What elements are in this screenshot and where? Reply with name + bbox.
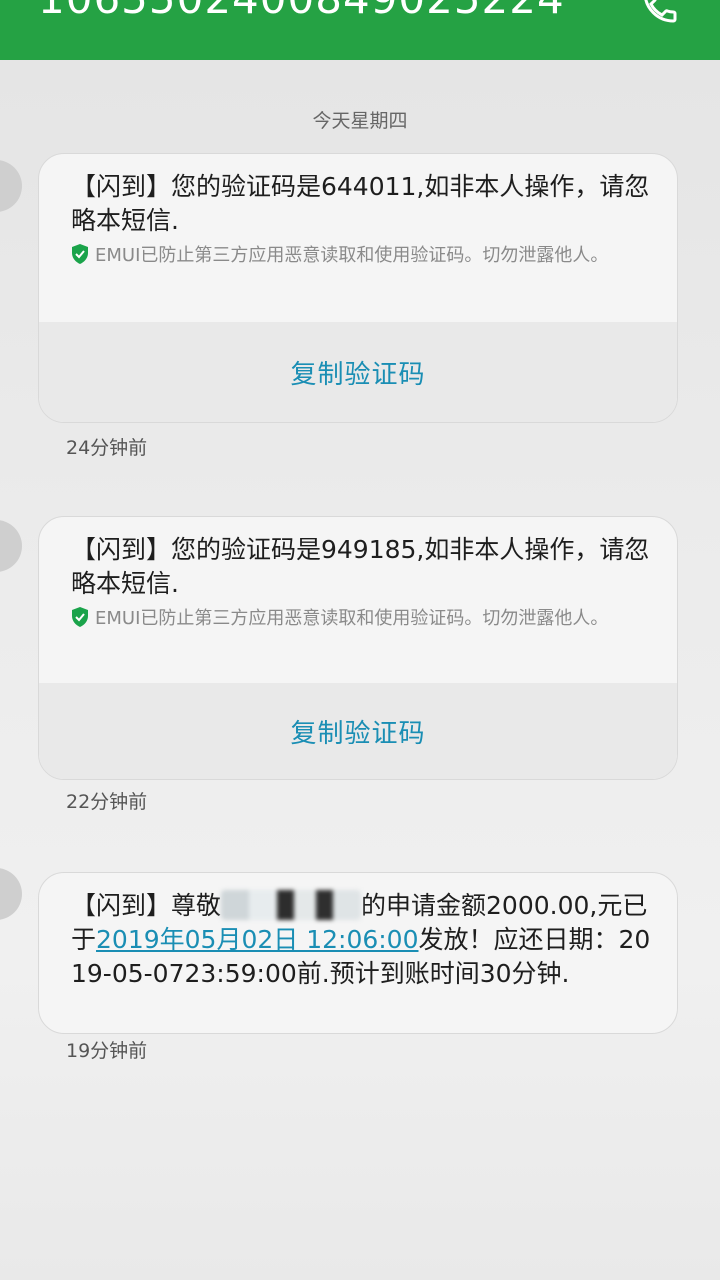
date-divider: 今天星期四 bbox=[312, 110, 408, 132]
sender-avatar[interactable] bbox=[0, 520, 22, 572]
sender-avatar[interactable] bbox=[0, 868, 22, 920]
shield-icon bbox=[72, 607, 88, 627]
message-text: 【闪到】您的验证码是949185,如非本人操作，请忽略本短信. bbox=[71, 535, 650, 598]
datetime-link[interactable]: 2019年05月02日 12:06:00 bbox=[96, 925, 418, 954]
message-bubble[interactable]: 【闪到】尊敬 的申请金额2000.00,元已于2019年05月02日 12:06:… bbox=[38, 872, 678, 1034]
redacted-area bbox=[221, 890, 362, 920]
copy-code-bar[interactable]: 复制验证码 bbox=[39, 322, 677, 422]
message-text: 【闪到】尊敬 的申请金额2000.00,元已于2019年05月02日 12:06:… bbox=[71, 889, 651, 991]
security-notice: EMUI已防止第三方应用恶意读取和使用验证码。切勿泄露他人。 bbox=[71, 244, 651, 268]
security-notice-text: EMUI已防止第三方应用恶意读取和使用验证码。切勿泄露他人。 bbox=[95, 245, 609, 266]
message-bubble[interactable]: 【闪到】您的验证码是644011,如非本人操作，请忽略本短信. EMUI已防止第… bbox=[38, 153, 678, 423]
security-notice-text: EMUI已防止第三方应用恶意读取和使用验证码。切勿泄露他人。 bbox=[95, 608, 609, 629]
copy-code-button[interactable]: 复制验证码 bbox=[290, 354, 425, 391]
message-time: 19分钟前 bbox=[66, 1040, 148, 1062]
sender-avatar[interactable] bbox=[0, 160, 22, 212]
conversation-header: 1065502400849025224 bbox=[0, 0, 720, 60]
message-time: 22分钟前 bbox=[66, 791, 148, 813]
phone-icon[interactable] bbox=[636, 0, 684, 30]
message-text-part: 【闪到】尊敬 bbox=[71, 891, 222, 920]
security-notice: EMUI已防止第三方应用恶意读取和使用验证码。切勿泄露他人。 bbox=[71, 607, 651, 631]
message-text: 【闪到】您的验证码是644011,如非本人操作，请忽略本短信. bbox=[71, 172, 650, 235]
shield-icon bbox=[72, 244, 88, 264]
copy-code-bar[interactable]: 复制验证码 bbox=[39, 683, 677, 779]
message-time: 24分钟前 bbox=[66, 437, 148, 459]
copy-code-button[interactable]: 复制验证码 bbox=[290, 713, 425, 750]
sender-number: 1065502400849025224 bbox=[38, 0, 565, 23]
message-bubble[interactable]: 【闪到】您的验证码是949185,如非本人操作，请忽略本短信. EMUI已防止第… bbox=[38, 516, 678, 780]
